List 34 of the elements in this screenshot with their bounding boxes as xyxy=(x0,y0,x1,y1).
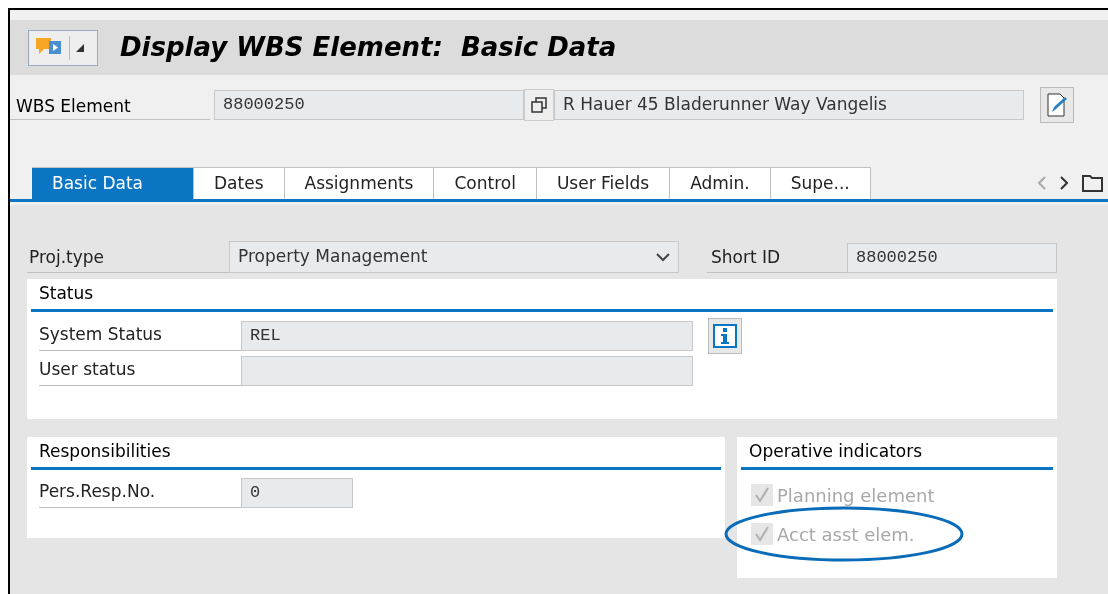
copy-icon xyxy=(531,97,547,113)
field-label: WBS Element xyxy=(10,90,210,120)
info-button[interactable] xyxy=(708,317,742,354)
tab[interactable]: Admin. xyxy=(670,167,771,199)
chevron-down-icon xyxy=(656,252,670,262)
checkmark-icon xyxy=(754,487,770,503)
edit-pencil-icon xyxy=(1046,93,1068,117)
tab[interactable]: Control xyxy=(434,167,537,199)
tab[interactable]: Basic Data xyxy=(32,167,194,199)
scroll-right-icon[interactable] xyxy=(1060,176,1068,190)
checkbox-label: Planning element xyxy=(777,483,935,508)
tab[interactable]: Assignments xyxy=(284,167,435,199)
dropdown-icon xyxy=(76,43,84,52)
window-title: Display WBS Element: Basic Data xyxy=(120,31,617,64)
tab[interactable]: Dates xyxy=(194,167,285,199)
folder-icon[interactable] xyxy=(1082,174,1104,192)
info-icon xyxy=(713,323,737,348)
user-status-field[interactable] xyxy=(241,355,693,386)
description-field[interactable]: R Hauer 45 Bladerunner Way Vangelis xyxy=(554,90,1024,120)
section-title: Status xyxy=(31,281,1053,312)
project-type-dropdown[interactable]: Property Management xyxy=(229,241,679,273)
wbs-element-field[interactable]: 88000250 xyxy=(214,90,524,120)
checkbox-label: Acct asst elem. xyxy=(777,522,915,547)
edit-button[interactable] xyxy=(1040,87,1074,123)
tab[interactable]: User Fields xyxy=(536,167,671,199)
person-responsible-field[interactable]: 0 xyxy=(241,477,353,508)
checkmark-icon xyxy=(754,526,770,542)
menu-button[interactable] xyxy=(28,29,98,66)
copy-button[interactable] xyxy=(524,89,554,121)
short-id-field[interactable]: 88000250 xyxy=(847,243,1057,273)
tab[interactable]: Supe... xyxy=(770,167,871,199)
section-title: Operative indicators xyxy=(741,439,1053,470)
system-status-field[interactable]: REL xyxy=(241,320,693,351)
section-title: Responsibilities xyxy=(31,439,721,470)
